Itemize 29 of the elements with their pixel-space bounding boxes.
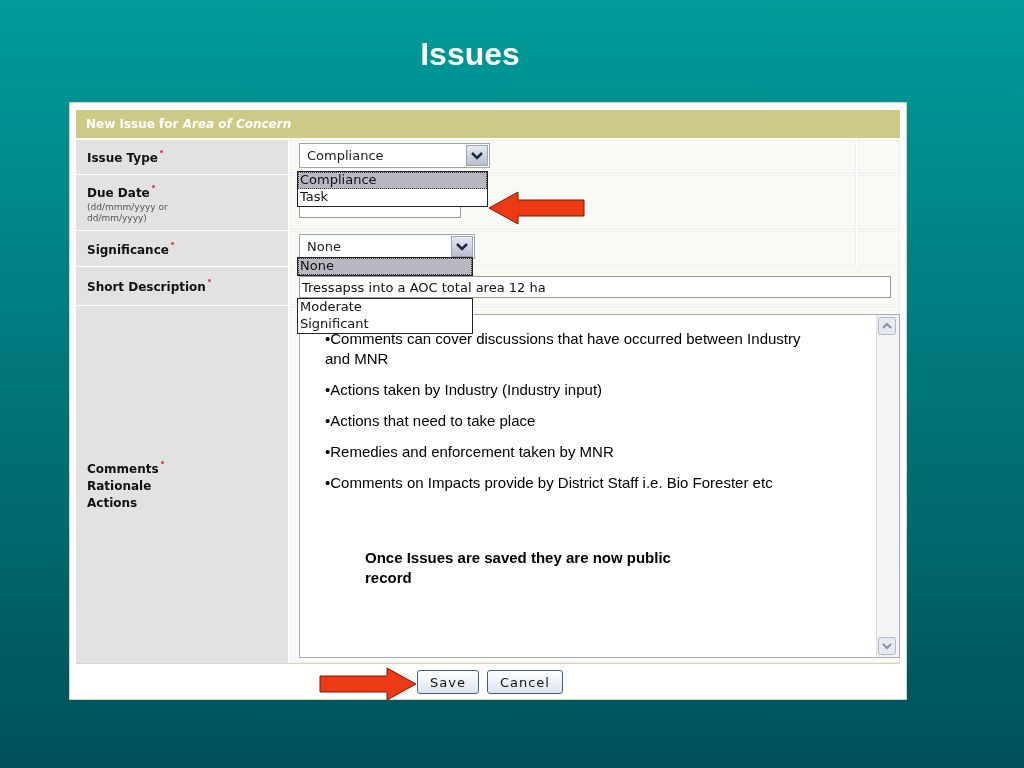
field-label: Issue Type bbox=[87, 151, 158, 165]
field-label: Actions bbox=[87, 494, 139, 512]
field-label: Rationale bbox=[87, 477, 153, 495]
select-field[interactable]: Compliance bbox=[299, 143, 490, 168]
comments-textarea[interactable] bbox=[299, 314, 900, 658]
field-hint: (dd/mmm/yyyy or dd/mm/yyyy) bbox=[87, 201, 169, 224]
cancel-button[interactable]: Cancel bbox=[486, 670, 563, 694]
note-text: Once Issues are saved they are now public record bbox=[365, 548, 672, 588]
form-header: New Issue for Area of Concern bbox=[76, 110, 900, 138]
field-label: Due Date bbox=[87, 185, 150, 200]
dropdown-option[interactable]: None bbox=[298, 258, 472, 275]
field-label: Short Description bbox=[87, 280, 206, 294]
scrollbar[interactable] bbox=[876, 315, 899, 657]
text-field[interactable]: Tressapss into a AOC total area 12 ha bbox=[299, 276, 891, 298]
caret-icon bbox=[466, 145, 488, 166]
bullet-text: •Actions that need to take place bbox=[325, 411, 537, 431]
bullet-text: •Comments on Impacts provide by District Staff i.e. Bio Forester etc bbox=[325, 473, 774, 493]
slide-title: Issues bbox=[419, 36, 521, 74]
field-label: Comments bbox=[87, 461, 159, 476]
dropdown-option[interactable]: Compliance bbox=[298, 172, 487, 189]
select-field[interactable]: None bbox=[299, 234, 475, 259]
field-label: Significance bbox=[87, 242, 169, 257]
bullet-text: •Actions taken by Industry (Industry input) bbox=[325, 380, 604, 400]
bullet-text: •Remedies and enforcement taken by MNR bbox=[325, 442, 615, 462]
save-button[interactable]: Save bbox=[417, 670, 479, 694]
scroll-up-icon[interactable] bbox=[878, 317, 896, 335]
scroll-down-icon[interactable] bbox=[878, 637, 896, 655]
caret-icon bbox=[451, 236, 473, 257]
bullet-text: •Comments can cover discussions that have occurred between Industry and MNR bbox=[325, 330, 802, 369]
